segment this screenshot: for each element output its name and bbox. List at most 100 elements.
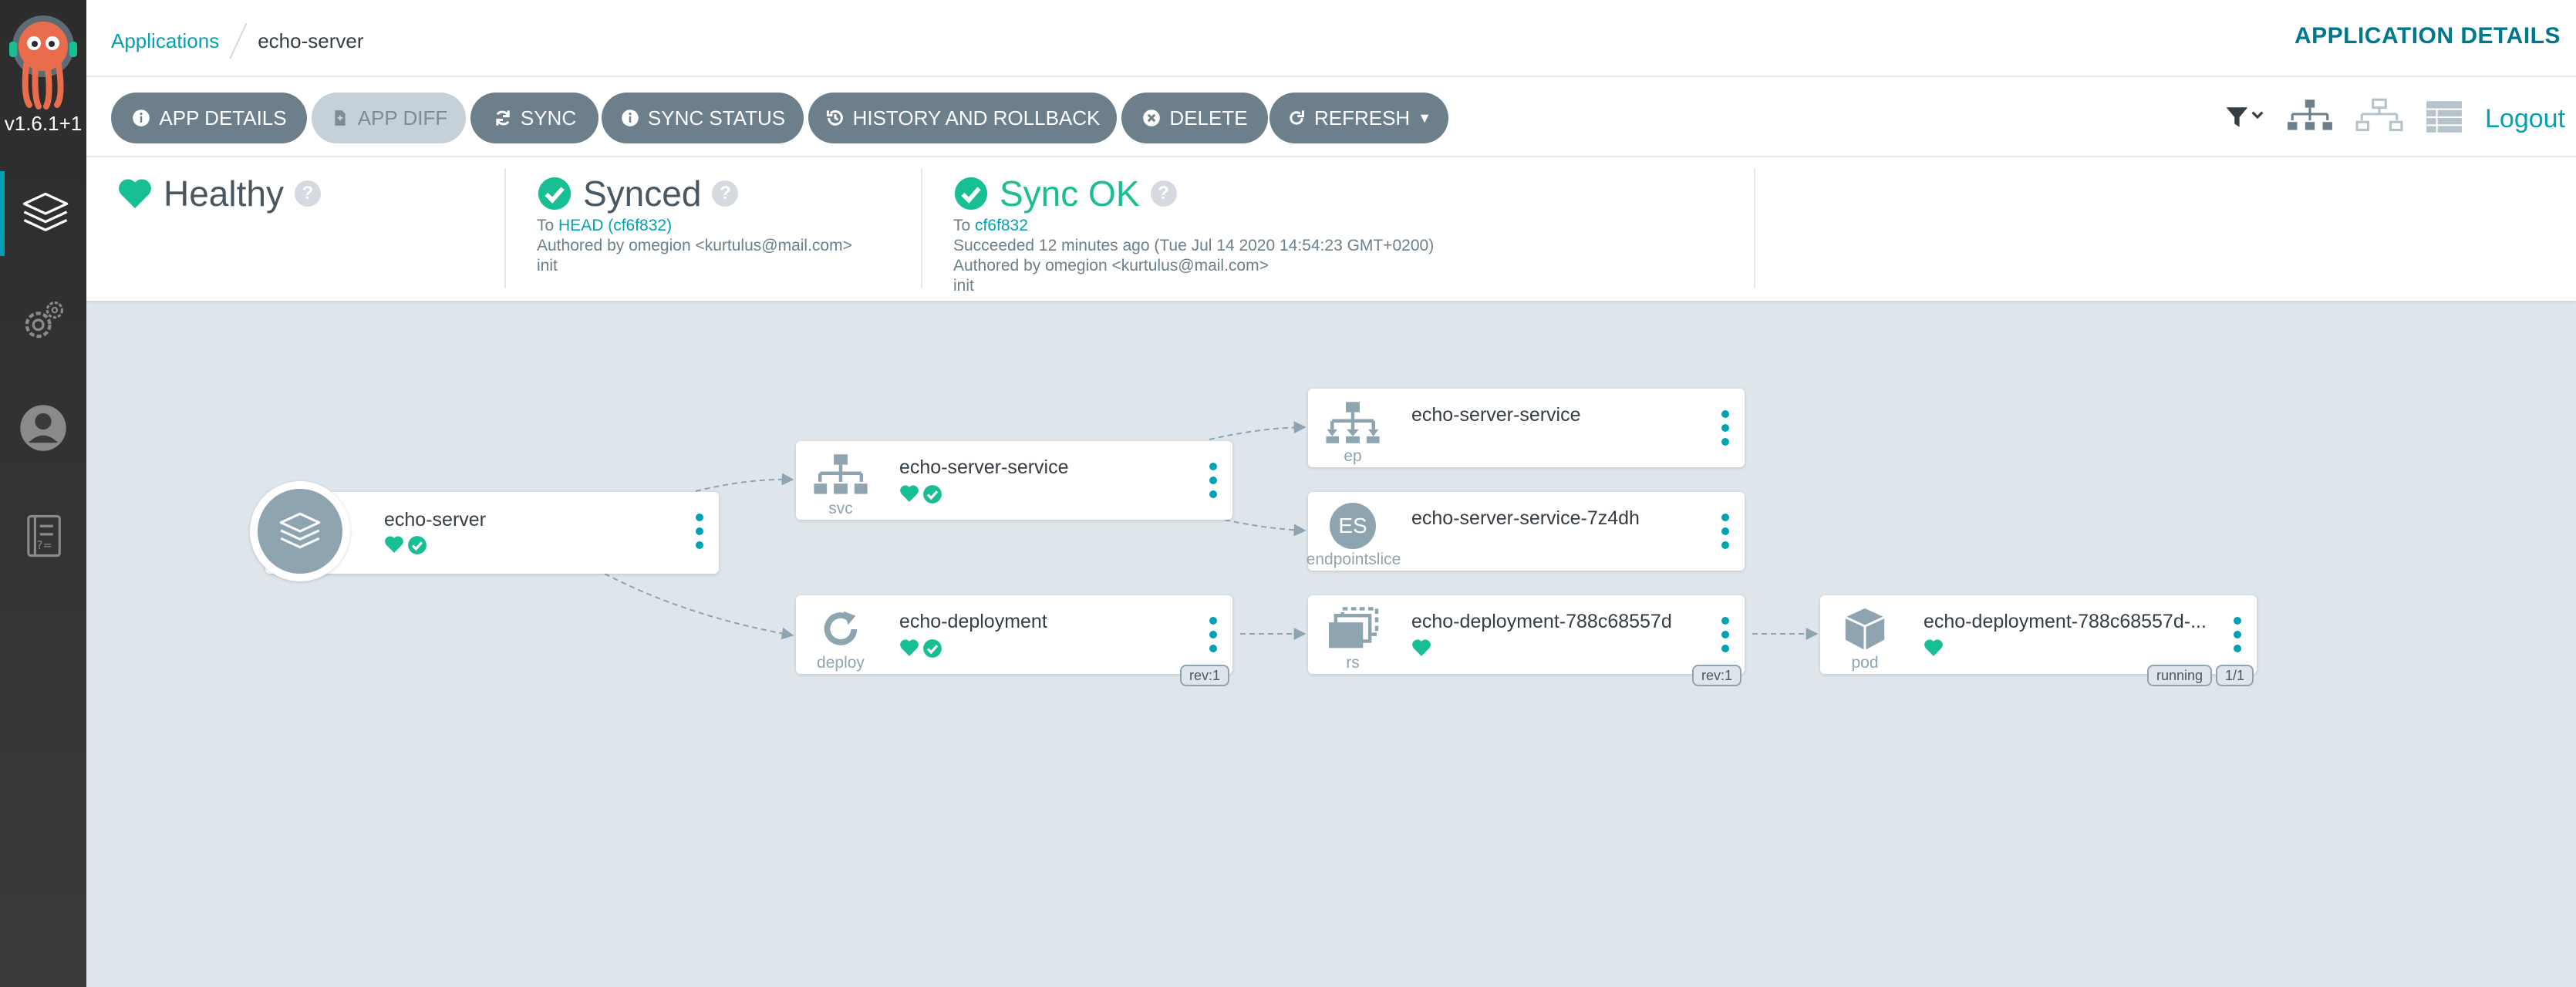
check-circle-icon	[923, 639, 942, 658]
info-icon	[131, 108, 151, 128]
replicaset-node[interactable]: rs echo-deployment-788c68557d rev:1	[1308, 595, 1745, 686]
operation-succeeded: Succeeded 12 minutes ago (Tue Jul 14 202…	[953, 237, 1435, 254]
kebab-menu-icon[interactable]	[696, 514, 703, 549]
endpointslice-icon: ES	[1325, 503, 1381, 549]
file-diff-icon	[330, 108, 350, 128]
view-controls: Logout	[2224, 94, 2565, 143]
deployment-title: echo-deployment	[899, 611, 1047, 632]
pod-status	[1924, 638, 1944, 657]
deployment-node[interactable]: deploy echo-deployment rev:1	[796, 595, 1232, 686]
pod-kind: pod	[1851, 654, 1879, 672]
kebab-menu-icon[interactable]	[1209, 617, 1217, 652]
history-rollback-button[interactable]: HISTORY AND ROLLBACK	[808, 93, 1117, 143]
version-label: v1.6.1+1	[4, 112, 83, 135]
kebab-menu-icon[interactable]	[1721, 617, 1729, 652]
deployment-status	[899, 638, 942, 659]
redo-icon	[1286, 108, 1307, 128]
service-kind: svc	[828, 500, 853, 517]
sync-button[interactable]: SYNC	[470, 93, 598, 143]
kebab-menu-icon[interactable]	[1209, 463, 1217, 498]
operation-status-text: Sync OK	[1000, 173, 1140, 214]
network-view-icon[interactable]	[2355, 98, 2403, 140]
sync-to-prefix: To	[537, 217, 559, 234]
endpoints-title: echo-server-service	[1411, 404, 1581, 426]
heart-icon	[119, 179, 151, 209]
divider	[504, 168, 506, 288]
help-icon[interactable]: ?	[294, 180, 321, 207]
service-node[interactable]: svc echo-server-service	[796, 441, 1232, 520]
operation-author: Authored by omegion <kurtulus@mail.com>	[953, 257, 1269, 275]
pod-running-tag: running	[2146, 665, 2212, 686]
layers-icon	[22, 192, 69, 231]
app-details-button[interactable]: APP DETAILS	[111, 93, 307, 143]
help-icon[interactable]: ?	[712, 180, 739, 207]
info-icon	[620, 108, 640, 128]
endpointslice-badge: ES	[1330, 503, 1376, 549]
kebab-menu-icon[interactable]	[1721, 514, 1729, 549]
help-icon[interactable]: ?	[1150, 180, 1177, 207]
app-details-label: APP DETAILS	[159, 106, 287, 130]
sync-details: To HEAD (cf6f832) Authored by omegion <k…	[537, 216, 852, 276]
sidebar-item-settings[interactable]	[0, 279, 86, 364]
sidebar-item-applications[interactable]	[0, 171, 86, 256]
check-circle-icon	[954, 177, 988, 211]
delete-label: DELETE	[1169, 106, 1248, 130]
service-icon	[813, 452, 868, 498]
layers-icon	[279, 512, 321, 549]
refresh-label: REFRESH	[1313, 106, 1411, 130]
app-node-title: echo-server	[384, 509, 486, 531]
app-node-icon-circle	[250, 481, 350, 581]
list-view-icon[interactable]	[2425, 99, 2463, 139]
kebab-menu-icon[interactable]	[2234, 617, 2241, 652]
health-status[interactable]: Healthy ?	[117, 173, 321, 214]
operation-status[interactable]: Sync OK ?	[953, 173, 1177, 214]
svg-text:?=: ?=	[37, 538, 52, 552]
sidebar-item-docs[interactable]: ?=	[0, 494, 86, 578]
operation-to-prefix: To	[953, 217, 976, 234]
resource-tree: echo-server svc echo-server-service depl…	[86, 301, 2576, 987]
history-rollback-label: HISTORY AND ROLLBACK	[852, 106, 1101, 130]
sidebar: v1.6.1+1 ?=	[0, 0, 86, 987]
tree-view-icon[interactable]	[2286, 98, 2334, 140]
deployment-kind: deploy	[817, 654, 865, 672]
check-circle-icon	[923, 485, 942, 504]
breadcrumb-current: echo-server	[258, 29, 364, 52]
app-node[interactable]: echo-server	[250, 481, 719, 581]
refresh-button[interactable]: REFRESH ▼	[1269, 93, 1448, 143]
sync-message: init	[537, 257, 558, 275]
sync-status[interactable]: Synced ?	[537, 173, 739, 214]
endpointslice-node[interactable]: ES endpointslice echo-server-service-7z4…	[1307, 492, 1745, 571]
heart-icon	[900, 639, 919, 656]
caret-down-icon: ▼	[1418, 109, 1432, 126]
operation-revision-link[interactable]: cf6f832	[975, 217, 1028, 234]
edge-svc-ep	[1209, 421, 1307, 440]
edge-svc-eps	[1224, 519, 1307, 537]
logout-link[interactable]: Logout	[2485, 104, 2565, 134]
operation-message: init	[953, 277, 974, 295]
app-diff-button[interactable]: APP DIFF	[312, 93, 466, 143]
breadcrumb-separator	[229, 23, 248, 59]
sidebar-item-user[interactable]	[0, 386, 86, 470]
top-bar: Applications echo-server APPLICATION DET…	[86, 0, 2576, 77]
sync-status-button[interactable]: SYNC STATUS	[602, 93, 804, 143]
sync-status-label: SYNC STATUS	[647, 106, 786, 130]
delete-button[interactable]: DELETE	[1121, 93, 1268, 143]
service-status	[899, 484, 942, 504]
endpoints-kind: ep	[1344, 447, 1362, 465]
pod-node[interactable]: pod echo-deployment-788c68557d-... runni…	[1820, 595, 2257, 686]
heart-icon	[1412, 639, 1431, 656]
toolbar: APP DETAILS APP DIFF SYNC SYNC STATUS HI…	[86, 77, 2576, 157]
check-circle-icon	[538, 177, 572, 211]
endpointslice-kind: endpointslice	[1306, 551, 1401, 568]
endpoints-node[interactable]: ep echo-server-service	[1308, 389, 1745, 467]
argo-logo[interactable]	[6, 11, 80, 109]
user-icon	[20, 405, 66, 451]
replicaset-icon	[1325, 606, 1381, 652]
sync-revision-link[interactable]: HEAD (cf6f832)	[558, 217, 672, 234]
breadcrumb-applications-link[interactable]: Applications	[111, 29, 219, 53]
revision-tag: rev:1	[1179, 665, 1229, 686]
status-panel: Healthy ? Synced ? To HEAD (cf6f832) Aut…	[86, 157, 2576, 301]
filter-icon[interactable]	[2224, 104, 2264, 134]
kebab-menu-icon[interactable]	[1721, 410, 1729, 446]
app-node-status	[384, 535, 427, 555]
